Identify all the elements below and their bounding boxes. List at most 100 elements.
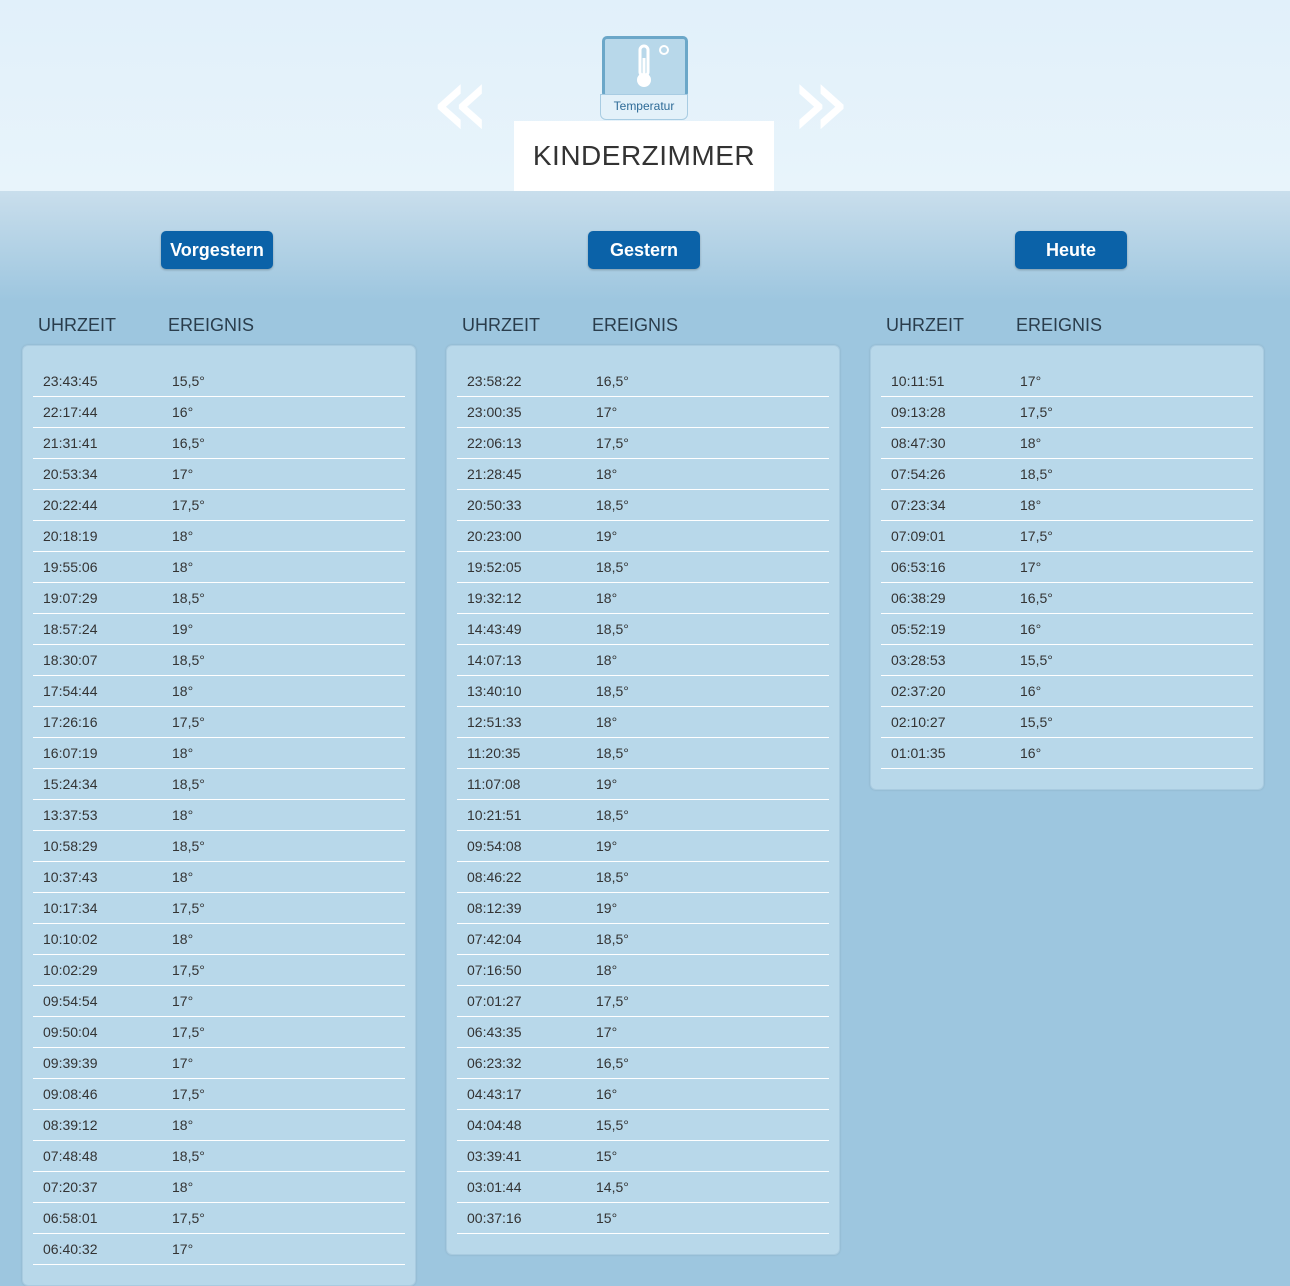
- list-item: 07:54:26 18,5°: [881, 459, 1253, 490]
- list-item: 19:32:12 18°: [457, 583, 829, 614]
- event-value: 16,5°: [1020, 590, 1053, 606]
- column-header-event: EREIGNIS: [1016, 315, 1103, 335]
- event-time: 23:58:22: [467, 373, 522, 389]
- event-time: 19:55:06: [43, 559, 98, 575]
- list-item: 18:57:24 19°: [33, 614, 405, 645]
- event-value: 18°: [172, 931, 194, 947]
- list-item: 23:43:45 15,5°: [33, 366, 405, 397]
- event-value: 16,5°: [172, 435, 205, 451]
- list-item: 10:58:29 18,5°: [33, 831, 405, 862]
- event-time: 05:52:19: [891, 621, 946, 637]
- list-item: 20:23:00 19°: [457, 521, 829, 552]
- event-value: 17°: [1020, 373, 1042, 389]
- event-value: 19°: [596, 838, 618, 854]
- event-value: 16°: [1020, 745, 1042, 761]
- list-item: 15:24:34 18,5°: [33, 769, 405, 800]
- list-item: 02:37:20 16°: [881, 676, 1253, 707]
- event-time: 22:17:44: [43, 404, 98, 420]
- list-item: 04:04:48 15,5°: [457, 1110, 829, 1141]
- list-item: 10:02:29 17,5°: [33, 955, 405, 986]
- column-header-time: UHRZEIT: [886, 315, 964, 335]
- event-value: 18°: [172, 683, 194, 699]
- list-item: 06:40:32 17°: [33, 1234, 405, 1265]
- list-item: 04:43:17 16°: [457, 1079, 829, 1110]
- day-button-vorgestern[interactable]: Vorgestern: [161, 231, 273, 269]
- list-item: 19:52:05 18,5°: [457, 552, 829, 583]
- event-time: 07:09:01: [891, 528, 946, 544]
- day-button-gestern[interactable]: Gestern: [588, 231, 700, 269]
- event-time: 21:28:45: [467, 466, 522, 482]
- event-time: 07:42:04: [467, 931, 522, 947]
- event-value: 18,5°: [596, 745, 629, 761]
- list-item: 06:38:29 16,5°: [881, 583, 1253, 614]
- list-item: 06:58:01 17,5°: [33, 1203, 405, 1234]
- column-header-event: EREIGNIS: [168, 315, 255, 335]
- event-time: 10:17:34: [43, 900, 98, 916]
- event-value: 16°: [172, 404, 194, 420]
- event-value: 18,5°: [172, 838, 205, 854]
- event-value: 17,5°: [172, 1024, 205, 1040]
- event-time: 20:22:44: [43, 497, 98, 513]
- list-item: 00:37:16 15°: [457, 1203, 829, 1234]
- event-time: 10:58:29: [43, 838, 98, 854]
- list-item: 03:39:41 15°: [457, 1141, 829, 1172]
- event-value: 17,5°: [172, 1086, 205, 1102]
- event-value: 17°: [172, 993, 194, 1009]
- event-time: 07:16:50: [467, 962, 522, 978]
- event-value: 19°: [596, 900, 618, 916]
- event-value: 17,5°: [172, 1210, 205, 1226]
- event-value: 15°: [596, 1210, 618, 1226]
- next-device-arrow-icon[interactable]: »: [790, 52, 851, 152]
- event-time: 08:39:12: [43, 1117, 98, 1133]
- event-time: 18:30:07: [43, 652, 98, 668]
- event-value: 18°: [596, 652, 618, 668]
- event-time: 19:52:05: [467, 559, 522, 575]
- list-item: 10:17:34 17,5°: [33, 893, 405, 924]
- list-item: 09:13:28 17,5°: [881, 397, 1253, 428]
- event-value: 19°: [596, 528, 618, 544]
- prev-device-arrow-icon[interactable]: «: [430, 52, 491, 152]
- event-time: 13:37:53: [43, 807, 98, 823]
- event-value: 18,5°: [596, 683, 629, 699]
- event-time: 20:50:33: [467, 497, 522, 513]
- event-time: 08:46:22: [467, 869, 522, 885]
- event-value: 18,5°: [1020, 466, 1053, 482]
- event-value: 18,5°: [596, 621, 629, 637]
- column-header-time: UHRZEIT: [38, 315, 116, 335]
- event-value: 18°: [596, 466, 618, 482]
- event-time: 14:43:49: [467, 621, 522, 637]
- device-type-tile[interactable]: Temperatur: [600, 36, 688, 120]
- list-item: 09:54:54 17°: [33, 986, 405, 1017]
- event-value: 17,5°: [1020, 404, 1053, 420]
- event-value: 17°: [172, 1055, 194, 1071]
- list-item: 09:50:04 17,5°: [33, 1017, 405, 1048]
- room-title: KINDERZIMMER: [514, 121, 774, 191]
- list-item: 10:10:02 18°: [33, 924, 405, 955]
- event-time: 20:18:19: [43, 528, 98, 544]
- event-value: 15,5°: [1020, 714, 1053, 730]
- event-value: 17,5°: [1020, 528, 1053, 544]
- list-item: 08:47:30 18°: [881, 428, 1253, 459]
- event-time: 01:01:35: [891, 745, 946, 761]
- event-time: 19:32:12: [467, 590, 522, 606]
- list-item: 07:42:04 18,5°: [457, 924, 829, 955]
- event-time: 06:43:35: [467, 1024, 522, 1040]
- event-value: 18°: [172, 869, 194, 885]
- event-value: 18°: [596, 714, 618, 730]
- list-item: 21:28:45 18°: [457, 459, 829, 490]
- list-item: 22:06:13 17,5°: [457, 428, 829, 459]
- event-value: 18°: [172, 559, 194, 575]
- list-item: 11:07:08 19°: [457, 769, 829, 800]
- list-item: 23:00:35 17°: [457, 397, 829, 428]
- event-time: 11:20:35: [467, 745, 521, 761]
- list-item: 03:01:44 14,5°: [457, 1172, 829, 1203]
- event-value: 18°: [172, 1179, 194, 1195]
- event-time: 02:37:20: [891, 683, 946, 699]
- day-button-heute[interactable]: Heute: [1015, 231, 1127, 269]
- event-time: 03:28:53: [891, 652, 946, 668]
- list-item: 10:37:43 18°: [33, 862, 405, 893]
- event-value: 15°: [596, 1148, 618, 1164]
- event-time: 23:43:45: [43, 373, 98, 389]
- list-item: 22:17:44 16°: [33, 397, 405, 428]
- event-list-panel: 23:43:45 15,5° 22:17:44 16° 21:31:41 16,5° 20:…: [22, 345, 416, 1286]
